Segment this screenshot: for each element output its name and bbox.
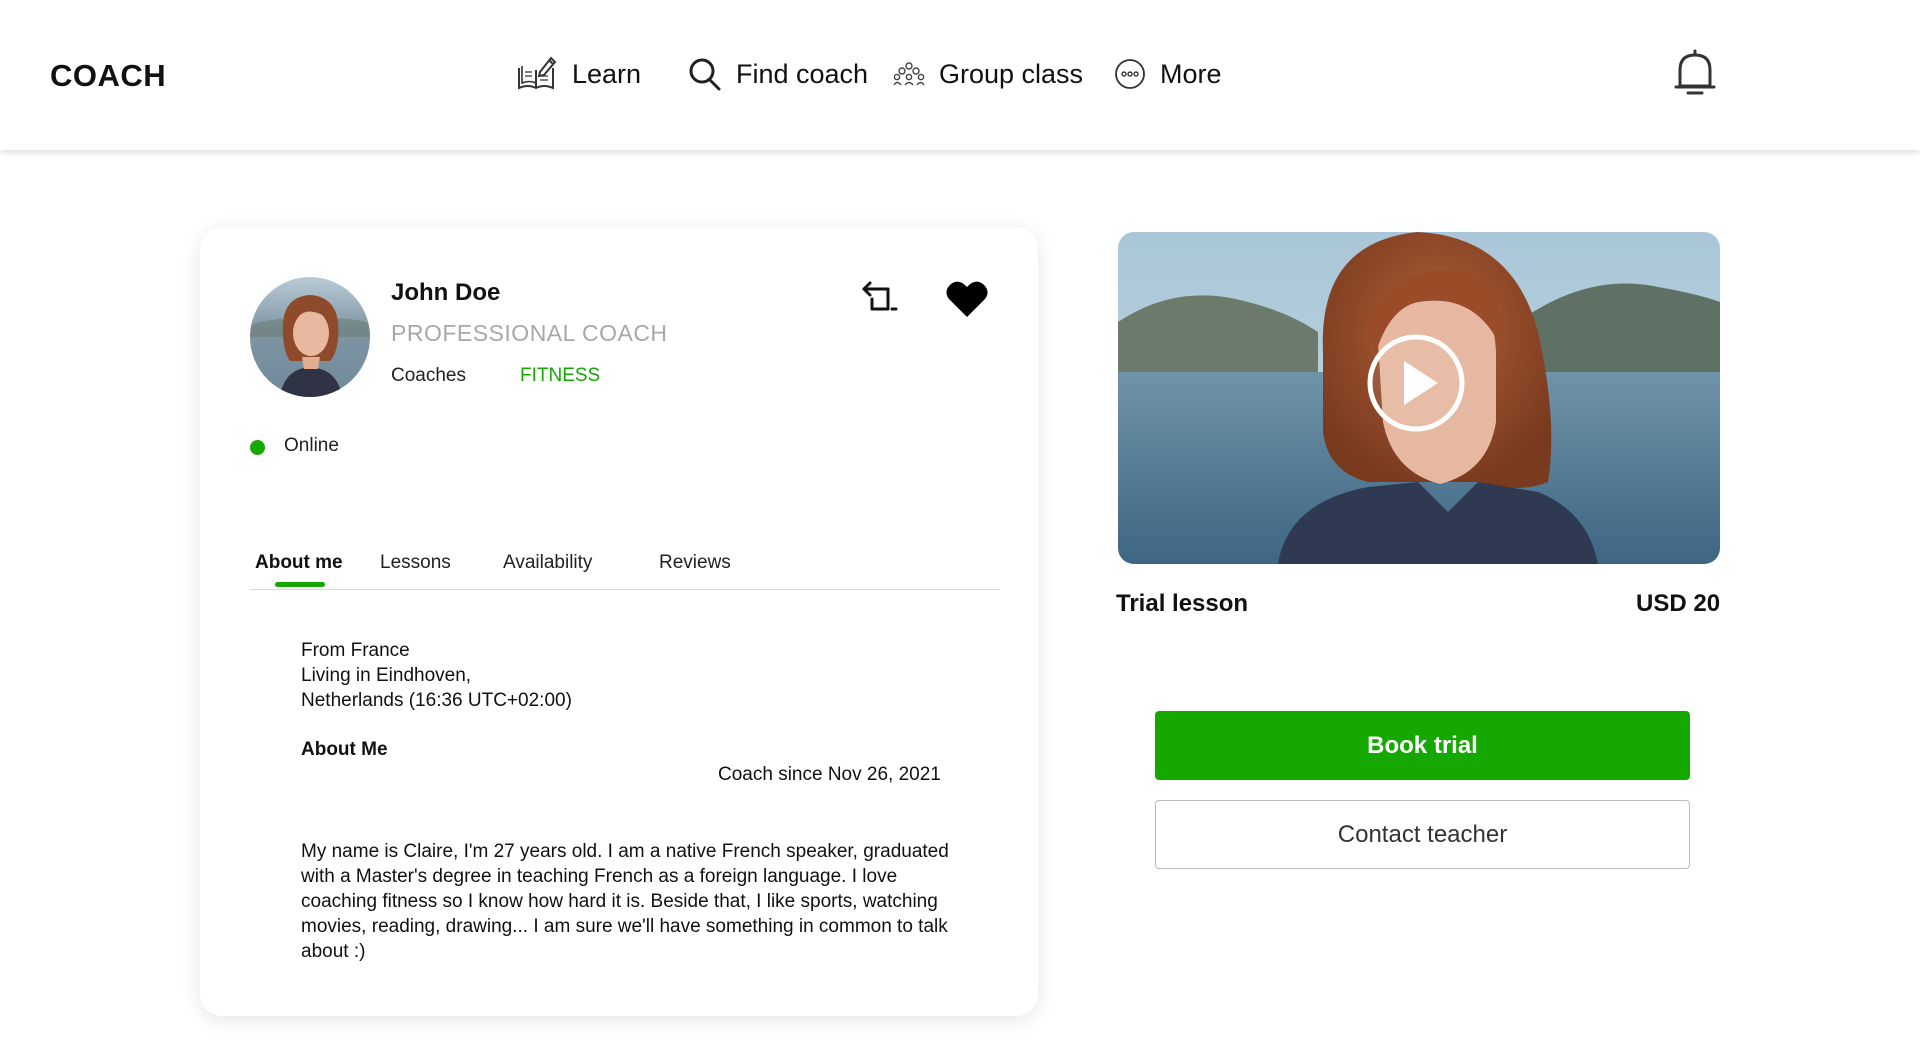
avatar[interactable] xyxy=(250,277,370,397)
coach-since: Coach since Nov 26, 2021 xyxy=(718,764,941,785)
tab-lessons[interactable]: Lessons xyxy=(380,552,451,574)
coach-category[interactable]: FITNESS xyxy=(520,365,600,387)
tab-about-me[interactable]: About me xyxy=(255,552,343,574)
bell-icon[interactable] xyxy=(1672,48,1718,98)
tab-availability[interactable]: Availability xyxy=(503,552,592,574)
nav-group-class[interactable]: Group class xyxy=(893,52,1083,96)
trial-lesson-label: Trial lesson xyxy=(1116,590,1249,617)
online-status-label: Online xyxy=(284,435,339,456)
search-icon xyxy=(689,58,721,91)
coach-title: PROFESSIONAL COACH xyxy=(391,320,668,346)
online-status-dot xyxy=(250,440,265,455)
group-icon xyxy=(893,62,925,86)
about-me-heading: About Me xyxy=(301,739,388,760)
book-trial-button[interactable]: Book trial xyxy=(1155,711,1690,780)
nav-learn-label: Learn xyxy=(572,58,642,89)
book-pencil-icon xyxy=(518,56,557,90)
brand-logo[interactable]: COACH xyxy=(50,58,166,94)
coach-profile-card: John Doe PROFESSIONAL COACH Coaches FITN… xyxy=(200,227,1038,1016)
location-line: From France xyxy=(301,640,410,661)
nav-more-label: More xyxy=(1160,58,1222,89)
nav-find-coach-label: Find coach xyxy=(736,58,869,89)
heart-icon[interactable] xyxy=(945,279,989,319)
coach-bio: My name is Claire, I'm 27 years old. I a… xyxy=(301,841,949,962)
nav-find-coach[interactable]: Find coach xyxy=(688,52,868,96)
profile-tabs: About me Lessons Availability Reviews xyxy=(250,552,1000,590)
nav-group-class-label: Group class xyxy=(939,58,1084,89)
contact-teacher-button[interactable]: Contact teacher xyxy=(1155,800,1690,869)
play-icon[interactable] xyxy=(1366,333,1466,433)
top-navigation-bar: COACH Learn Find coach Group class More xyxy=(0,0,1920,150)
coach-name: John Doe xyxy=(391,279,501,306)
trial-price: USD 20 xyxy=(1636,590,1721,617)
active-tab-indicator xyxy=(275,582,325,587)
nav-more[interactable]: More xyxy=(1114,52,1222,96)
share-icon[interactable] xyxy=(860,277,898,315)
location-line: Living in Eindhoven, xyxy=(301,665,472,686)
nav-learn[interactable]: Learn xyxy=(516,52,641,96)
coaches-label: Coaches xyxy=(391,365,466,386)
tab-reviews[interactable]: Reviews xyxy=(659,552,731,574)
more-dots-icon xyxy=(1115,59,1145,89)
location-line: Netherlands (16:36 UTC+02:00) xyxy=(301,690,572,711)
coach-location: From France Living in Eindhoven, Netherl… xyxy=(301,638,572,713)
